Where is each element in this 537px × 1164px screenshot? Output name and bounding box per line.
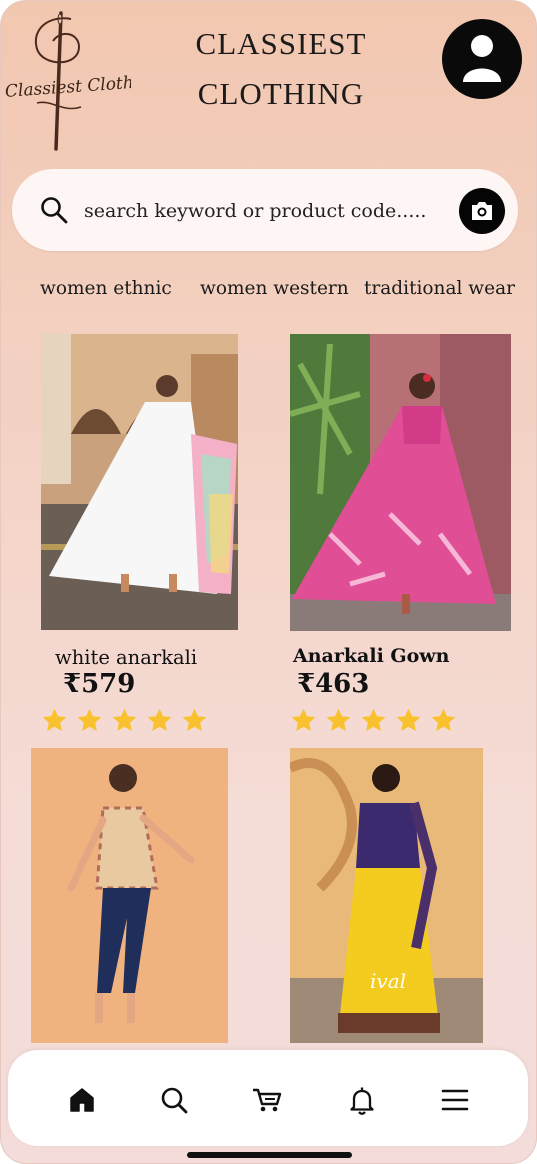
search-input[interactable] xyxy=(82,191,446,231)
star-icon xyxy=(182,708,207,731)
star-icon xyxy=(77,708,102,731)
nav-search-button[interactable] xyxy=(160,1086,190,1116)
home-icon xyxy=(70,1088,94,1112)
anarkali-gown-photo xyxy=(290,334,511,631)
search-bar[interactable] xyxy=(12,169,518,251)
search-icon xyxy=(161,1087,188,1114)
white-anarkali-photo xyxy=(41,334,238,630)
category-traditional-wear[interactable]: traditional wear xyxy=(364,278,515,299)
nav-cart-button[interactable] xyxy=(251,1086,282,1116)
star-icon xyxy=(291,708,316,731)
rating-stars-anarkali-gown xyxy=(290,707,457,734)
rating-stars-white-anarkali xyxy=(41,707,208,734)
nav-menu-button[interactable] xyxy=(441,1086,471,1116)
star-icon xyxy=(42,708,67,731)
brand-logo[interactable]: Classiest Clothing xyxy=(1,9,162,154)
svg-text:Classiest Clothing: Classiest Clothing xyxy=(4,71,131,102)
product-price-white-anarkali: ₹579 xyxy=(63,669,136,699)
star-icon xyxy=(431,708,456,731)
needle-thread-logo-icon: Classiest Clothing xyxy=(4,11,162,151)
product-image-anarkali-gown[interactable] xyxy=(290,334,511,631)
camera-icon xyxy=(472,202,492,220)
peplum-top-photo xyxy=(31,748,228,1043)
product-image-white-anarkali[interactable] xyxy=(41,334,238,630)
product-name-anarkali-gown[interactable]: Anarkali Gown xyxy=(293,645,449,667)
half-saree-photo: ival xyxy=(290,748,483,1043)
star-icon xyxy=(112,708,137,731)
product-image-peplum-top[interactable] xyxy=(31,748,228,1043)
nav-notifications-button[interactable] xyxy=(348,1086,378,1116)
category-women-ethnic[interactable]: women ethnic xyxy=(40,278,172,299)
search-icon xyxy=(41,197,68,224)
product-name-white-anarkali[interactable]: white anarkali xyxy=(55,646,197,669)
brand-title: CLASSIEST CLOTHING xyxy=(161,19,401,119)
camera-search-button[interactable] xyxy=(459,188,505,234)
bottom-nav xyxy=(8,1050,528,1146)
star-icon xyxy=(147,708,172,731)
product-price-anarkali-gown: ₹463 xyxy=(297,669,370,699)
menu-icon xyxy=(441,1089,469,1111)
brand-title-line2: CLOTHING xyxy=(197,76,365,111)
bell-icon xyxy=(350,1087,374,1115)
brand-title-line1: CLASSIEST xyxy=(195,26,367,61)
home-indicator[interactable] xyxy=(187,1152,352,1158)
star-icon xyxy=(326,708,351,731)
product-image-half-saree[interactable]: ival xyxy=(290,748,483,1043)
category-women-western[interactable]: women western xyxy=(200,278,349,299)
star-icon xyxy=(396,708,421,731)
user-icon xyxy=(463,35,501,82)
nav-home-button[interactable] xyxy=(68,1086,98,1116)
profile-button[interactable] xyxy=(442,19,522,99)
app-screen: Classiest Clothing CLASSIEST CLOTHING wo… xyxy=(0,0,537,1164)
brand-watermark-icon: ival xyxy=(370,969,406,993)
cart-icon xyxy=(253,1088,282,1112)
star-icon xyxy=(361,708,386,731)
